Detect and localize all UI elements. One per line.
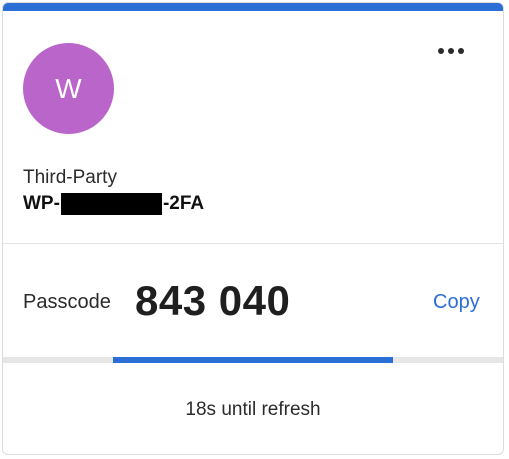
passcode-value: 843 040 (135, 277, 291, 324)
account-name: WP- -2FA (23, 193, 204, 215)
more-horizontal-icon (458, 48, 464, 54)
more-horizontal-icon (448, 48, 454, 54)
card-accent-bar (3, 3, 503, 11)
avatar: W (23, 43, 114, 134)
refresh-countdown: 18s until refresh (185, 399, 321, 420)
section-divider (3, 243, 503, 244)
more-options-button[interactable] (433, 39, 469, 63)
passcode-label: Passcode (23, 291, 111, 313)
redacted-block (60, 193, 162, 215)
refresh-progress-fill (113, 357, 393, 363)
account-issuer: Third-Party (23, 167, 117, 188)
account-name-prefix: WP- (23, 193, 60, 214)
more-horizontal-icon (438, 48, 444, 54)
authenticator-card: W Third-Party WP- -2FA Passcode 843 040 … (2, 2, 504, 455)
copy-button[interactable]: Copy (433, 291, 480, 314)
refresh-progress-track (3, 357, 503, 363)
avatar-letter: W (55, 72, 82, 104)
account-name-suffix: -2FA (162, 193, 205, 214)
